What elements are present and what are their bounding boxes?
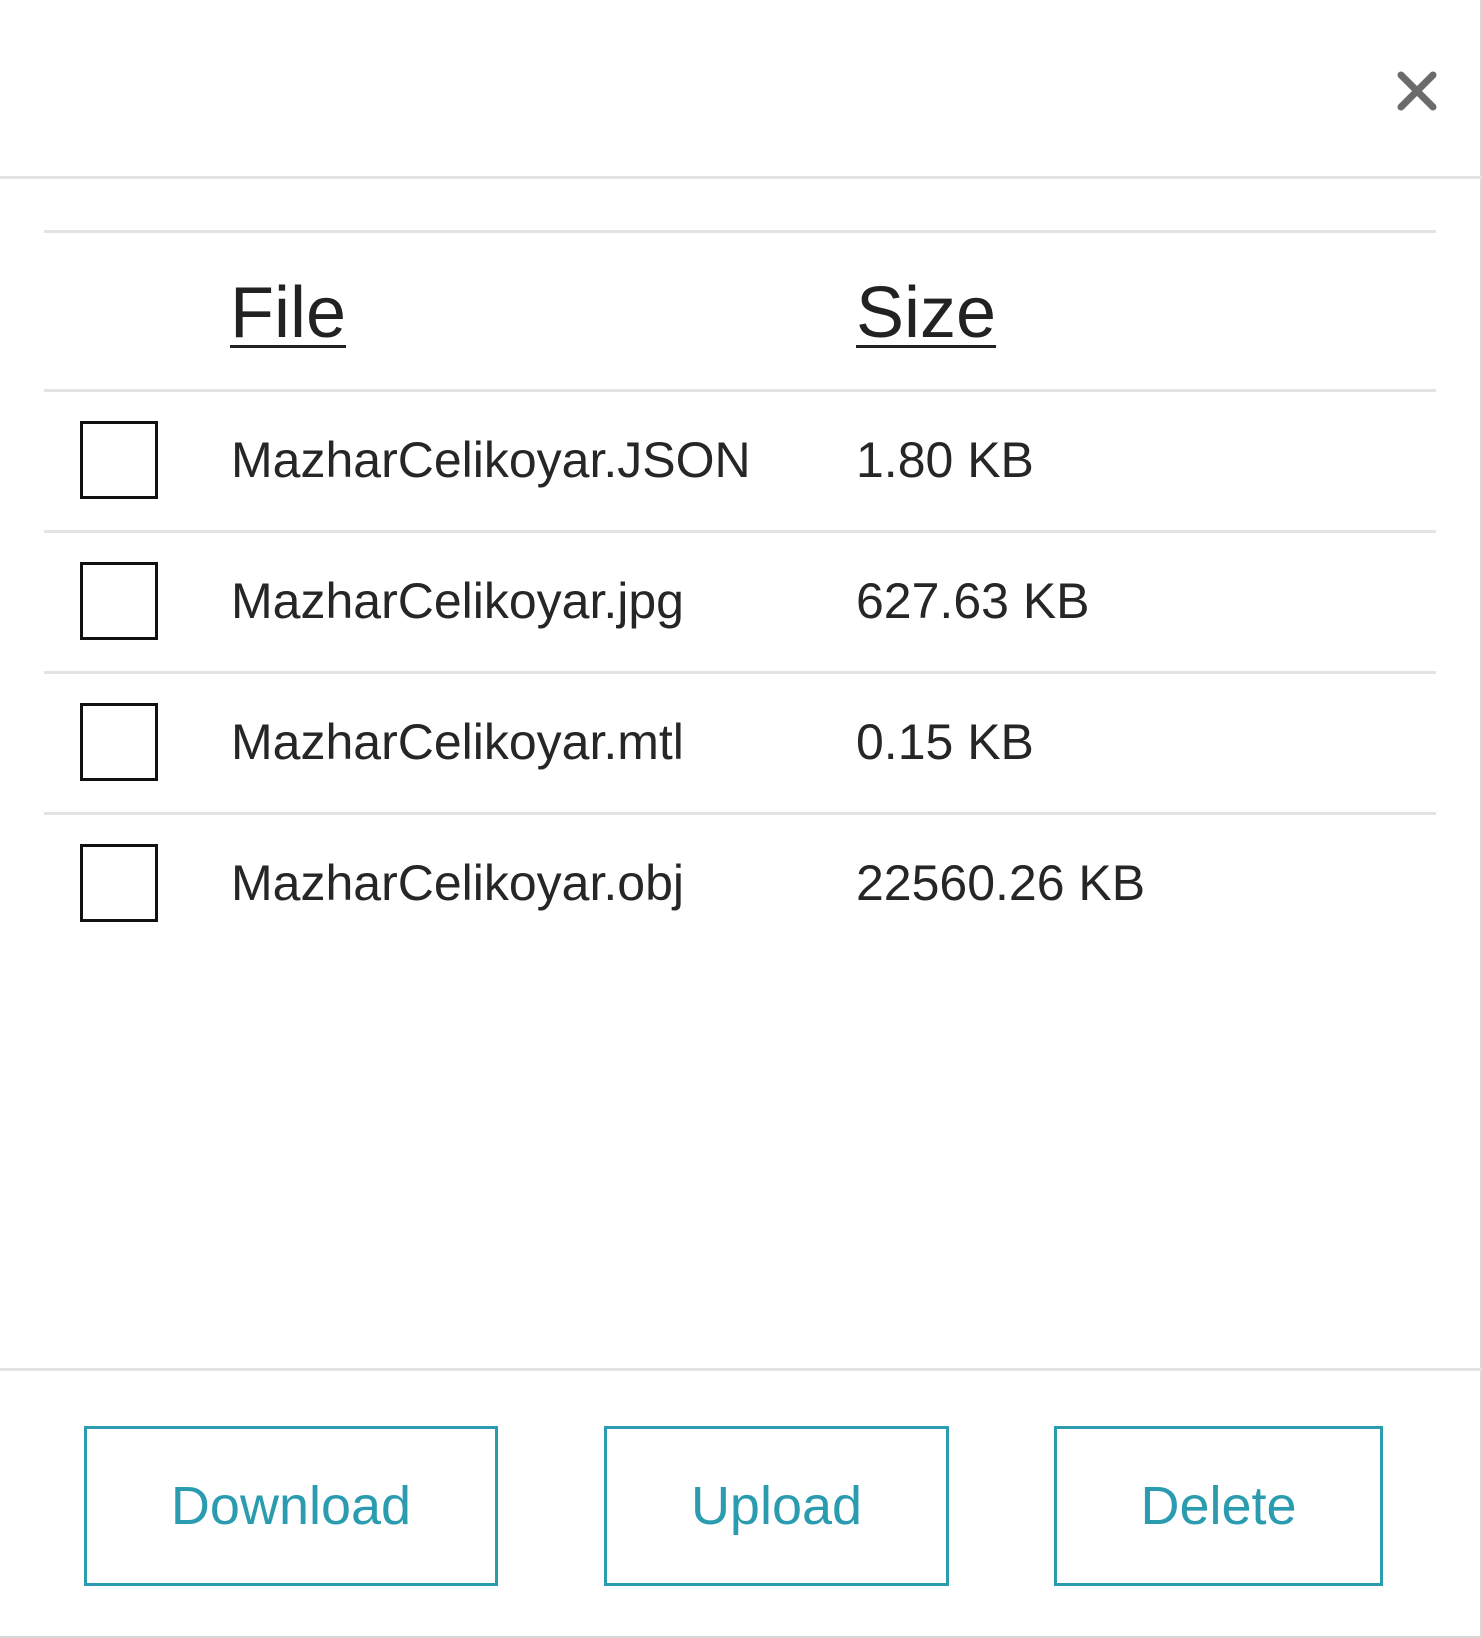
file-name: MazharCelikoyar.obj: [231, 855, 684, 911]
file-manager-dialog: File Size MazharCelikoyar.JSON 1.80 KB M…: [0, 0, 1482, 1638]
file-size: 22560.26 KB: [856, 855, 1146, 911]
file-name: MazharCelikoyar.mtl: [231, 714, 684, 770]
row-checkbox[interactable]: [80, 562, 158, 640]
file-name: MazharCelikoyar.jpg: [231, 573, 684, 629]
row-checkbox[interactable]: [80, 844, 158, 922]
table-header-row: File Size: [44, 230, 1436, 392]
file-size: 0.15 KB: [856, 714, 1034, 770]
column-header-size[interactable]: Size: [856, 263, 996, 363]
table-row: MazharCelikoyar.mtl 0.15 KB: [44, 674, 1436, 815]
dialog-footer: Download Upload Delete: [0, 1368, 1482, 1638]
delete-button[interactable]: Delete: [1054, 1426, 1383, 1586]
row-checkbox[interactable]: [80, 421, 158, 499]
close-button[interactable]: [1388, 62, 1446, 120]
close-icon: [1397, 71, 1437, 111]
table-row: MazharCelikoyar.JSON 1.80 KB: [44, 392, 1436, 533]
column-header-file[interactable]: File: [230, 263, 346, 363]
table-row: MazharCelikoyar.obj 22560.26 KB: [44, 815, 1436, 956]
file-name: MazharCelikoyar.JSON: [231, 432, 751, 488]
file-size: 1.80 KB: [856, 432, 1034, 488]
file-table: File Size MazharCelikoyar.JSON 1.80 KB M…: [44, 230, 1436, 956]
download-button[interactable]: Download: [84, 1426, 498, 1586]
row-checkbox[interactable]: [80, 703, 158, 781]
table-row: MazharCelikoyar.jpg 627.63 KB: [44, 533, 1436, 674]
file-size: 627.63 KB: [856, 573, 1090, 629]
dialog-header: [0, 0, 1482, 179]
upload-button[interactable]: Upload: [604, 1426, 949, 1586]
